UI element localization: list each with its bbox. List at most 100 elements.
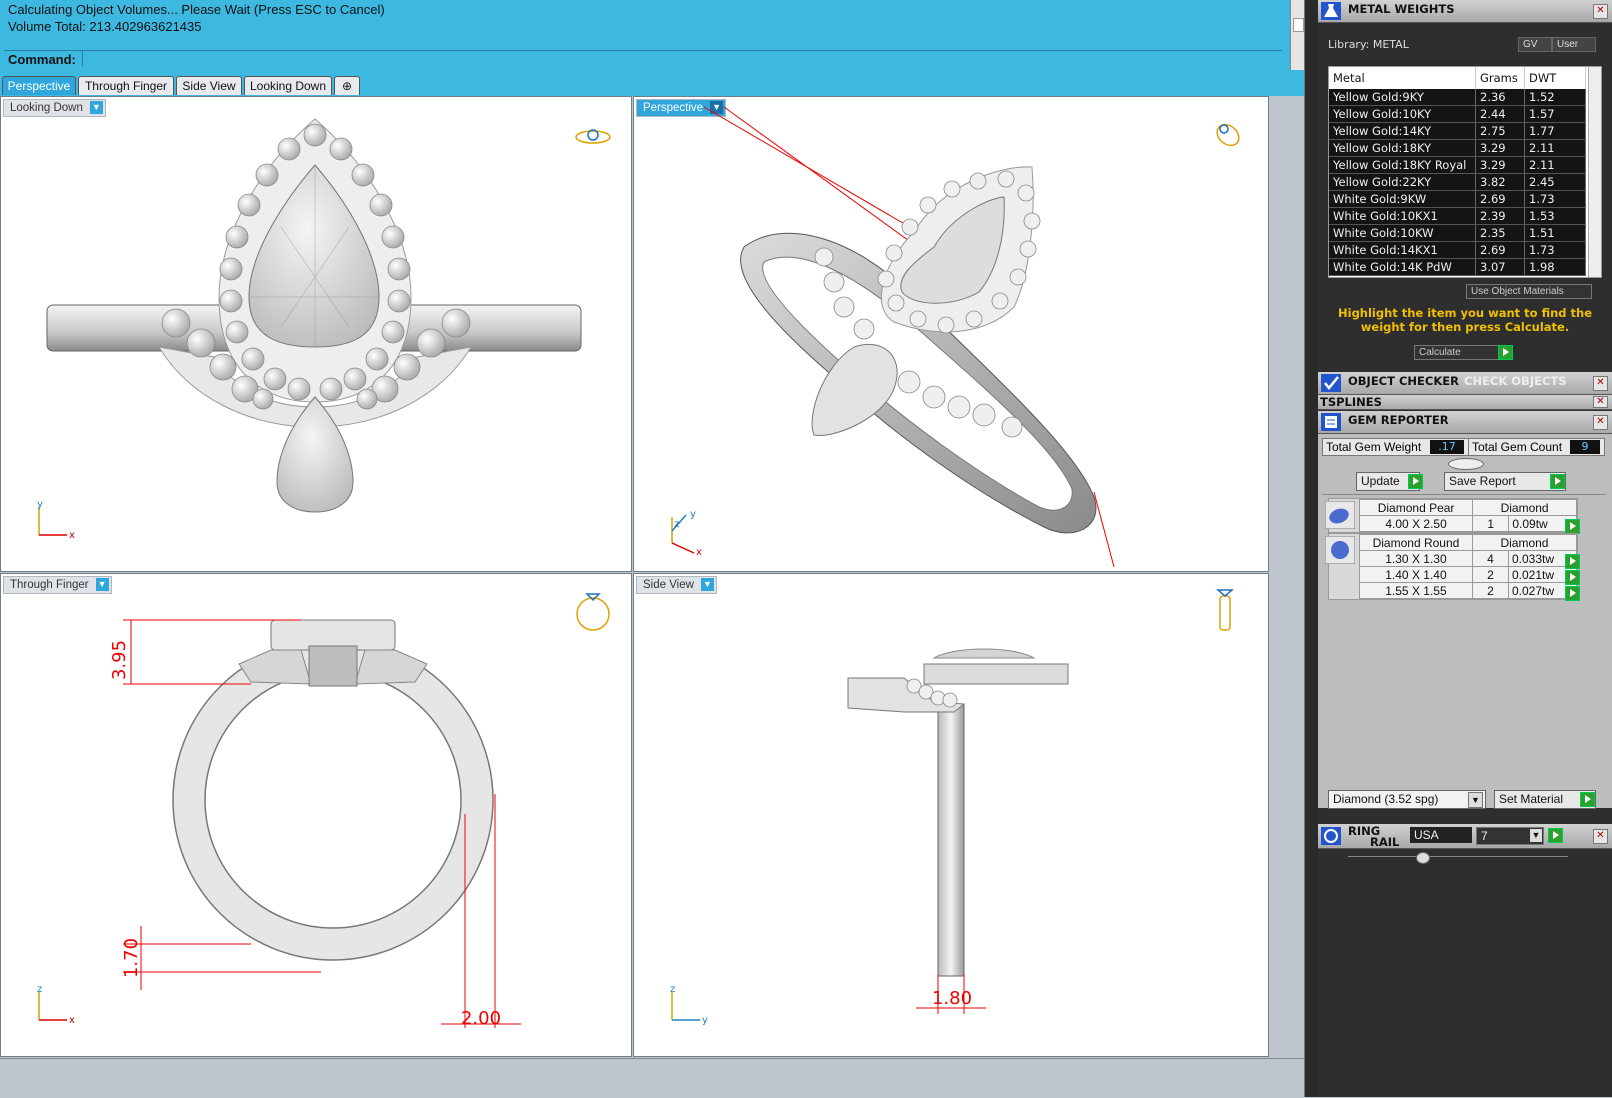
table-cell: 3.29 [1475, 156, 1525, 174]
close-icon[interactable]: ✕ [1593, 376, 1608, 391]
ring-side-render: 1.80 z y [670, 589, 1235, 1026]
save-report-button[interactable]: Save Report [1444, 472, 1566, 491]
table-cell: 3.07 [1475, 258, 1525, 276]
table-cell: White Gold:14K PdW [1329, 258, 1476, 276]
tsplines-header[interactable]: TSPLINES ✕ [1318, 395, 1612, 410]
close-icon[interactable]: ✕ [1593, 396, 1608, 408]
view-gizmo-icon [576, 593, 610, 631]
collapse-handle[interactable] [1416, 852, 1430, 864]
viewport-perspective[interactable]: Perspective ▼ z y x [633, 96, 1269, 572]
update-go-icon[interactable] [1408, 474, 1423, 489]
object-checker-header[interactable]: OBJECT CHECKER CHECK OBJECTS ✕ [1318, 372, 1612, 395]
select-gem-icon[interactable] [1565, 519, 1580, 534]
calculate-go-icon[interactable] [1498, 345, 1513, 360]
set-material-go-icon[interactable] [1580, 792, 1595, 807]
close-icon[interactable]: ✕ [1593, 4, 1608, 19]
gem-name: Diamond Round [1359, 534, 1473, 551]
command-row: Command: [4, 50, 1282, 68]
viewport-through-finger[interactable]: Through Finger ▼ 3.95 1.70 2.00 z x [0, 573, 632, 1057]
svg-text:y: y [702, 1015, 708, 1026]
command-history-line: Volume Total: 213.402963621435 [8, 19, 202, 34]
save-go-icon[interactable] [1550, 474, 1565, 489]
svg-text:z: z [674, 519, 679, 530]
table-row[interactable]: White Gold:9KW 2.69 1.73 [1329, 190, 1586, 208]
chevron-down-icon[interactable]: ▼ [1530, 829, 1542, 842]
user-toggle[interactable]: User [1552, 37, 1596, 52]
column-header[interactable]: Metal [1329, 67, 1476, 89]
select-gem-icon[interactable] [1565, 554, 1580, 569]
table-cell: 1.51 [1524, 224, 1586, 242]
ring-icon [1321, 827, 1341, 845]
viewport-looking-down[interactable]: Looking Down ▼ y x [0, 96, 632, 572]
table-row[interactable]: Yellow Gold:9KY 2.36 1.52 [1329, 89, 1586, 106]
dimension-label: 3.95 [109, 640, 130, 680]
select-gem-icon[interactable] [1565, 570, 1580, 585]
ring-rail-go-icon[interactable] [1548, 828, 1563, 843]
table-cell: 1.53 [1524, 207, 1586, 225]
metal-weights-header[interactable]: METAL WEIGHTS ✕ [1318, 0, 1612, 23]
tab-looking-down[interactable]: Looking Down [244, 76, 332, 95]
close-icon[interactable]: ✕ [1593, 415, 1608, 430]
panel-title: GEM REPORTER [1348, 413, 1449, 427]
collapse-handle[interactable] [1448, 458, 1484, 470]
gem-count: 2 [1471, 582, 1510, 599]
command-prompt: Command: [8, 52, 76, 67]
hint-text: Highlight the item you want to find the … [1338, 306, 1592, 334]
add-tab-button[interactable]: ⊕ [334, 76, 360, 95]
ring-size-region[interactable]: USA [1410, 827, 1472, 843]
flask-icon [1321, 2, 1341, 20]
table-row[interactable]: Yellow Gold:18KY Royal 3.29 2.11 [1329, 156, 1586, 174]
gem-size: 4.00 X 2.50 [1358, 515, 1474, 532]
table-row[interactable]: Yellow Gold:22KY 3.82 2.45 [1329, 173, 1586, 191]
gem-material: Diamond [1472, 499, 1577, 516]
table-cell: 1.77 [1524, 122, 1586, 140]
gem-material: Diamond [1471, 534, 1578, 551]
tab-through-finger[interactable]: Through Finger [78, 76, 174, 95]
column-header[interactable]: DWT [1524, 67, 1586, 89]
select-gem-icon[interactable] [1565, 586, 1580, 601]
table-row[interactable]: White Gold:14KX1 2.69 1.73 [1329, 241, 1586, 259]
ring-front-render: 3.95 1.70 2.00 z x [37, 593, 610, 1029]
ring-rail-header[interactable]: RING RAIL USA 7 ▼ ✕ [1318, 824, 1612, 849]
table-row[interactable]: Yellow Gold:14KY 2.75 1.77 [1329, 122, 1586, 140]
table-cell: Yellow Gold:14KY [1329, 122, 1476, 140]
table-cell: White Gold:10KW [1329, 224, 1476, 242]
tab-side-view[interactable]: Side View [176, 76, 242, 95]
view-gizmo-icon [1216, 123, 1240, 147]
gem-reporter-header[interactable]: GEM REPORTER ✕ [1318, 411, 1612, 434]
table-row[interactable]: White Gold:14K PdW 3.07 1.98 [1329, 258, 1586, 276]
table-row[interactable]: Yellow Gold:10KY 2.44 1.57 [1329, 105, 1586, 123]
use-object-materials-button[interactable]: Use Object Materials [1466, 284, 1592, 299]
check-objects-button[interactable]: CHECK OBJECTS [1464, 374, 1567, 388]
table-cell: White Gold:9KW [1329, 190, 1476, 208]
table-cell: 2.39 [1475, 207, 1525, 225]
gem-count: 4 [1471, 550, 1510, 567]
total-count-value: 9 [1570, 440, 1600, 454]
table-row[interactable]: Yellow Gold:18KY 3.29 2.11 [1329, 139, 1586, 157]
ring-top-render: y x [37, 118, 611, 541]
panel-splitter[interactable] [1304, 0, 1319, 1097]
column-header[interactable]: Grams [1475, 67, 1525, 89]
svg-text:y: y [690, 509, 696, 520]
scroll-thumb[interactable] [1293, 18, 1304, 32]
svg-text:x: x [69, 530, 75, 541]
table-cell: Yellow Gold:18KY [1329, 139, 1476, 157]
table-row[interactable]: White Gold:10KW 2.35 1.51 [1329, 224, 1586, 242]
chevron-down-icon[interactable]: ▼ [1468, 792, 1483, 808]
close-icon[interactable]: ✕ [1593, 829, 1608, 844]
gem-size: 1.30 X 1.30 [1359, 550, 1473, 567]
tab-perspective[interactable]: Perspective [2, 76, 76, 95]
table-cell: 1.73 [1524, 190, 1586, 208]
metal-weights-table[interactable]: Metal Grams DWT Yellow Gold:9KY 2.36 1.52 Y… [1328, 66, 1602, 278]
viewport-side-view[interactable]: Side View ▼ 1.80 z y [633, 573, 1269, 1057]
table-row[interactable]: White Gold:10KX1 2.39 1.53 [1329, 207, 1586, 225]
material-select[interactable]: Diamond (3.52 spg) ▼ [1328, 790, 1486, 809]
gv-toggle[interactable]: GV [1518, 37, 1552, 52]
table-cell: 2.11 [1524, 139, 1586, 157]
command-input[interactable] [82, 51, 1283, 67]
table-cell: 2.45 [1524, 173, 1586, 191]
pear-gem-icon [1325, 501, 1355, 529]
command-scrollbar[interactable] [1290, 0, 1305, 70]
table-scrollbar[interactable] [1588, 67, 1601, 277]
ring-size-select[interactable]: 7 ▼ [1476, 827, 1544, 845]
